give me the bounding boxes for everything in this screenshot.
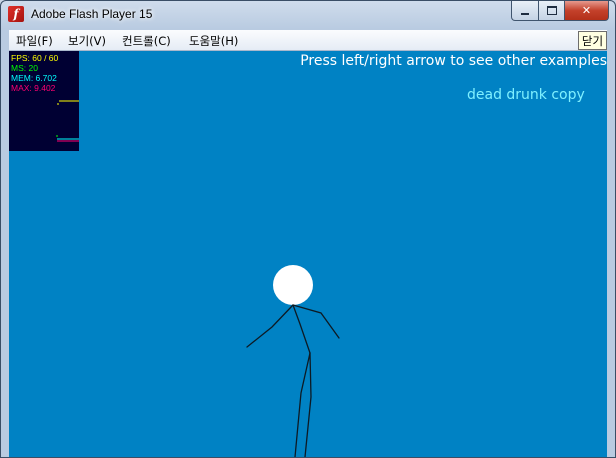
minimize-button[interactable] xyxy=(511,1,539,21)
maximize-button[interactable] xyxy=(539,1,565,21)
stick-figure xyxy=(246,265,340,457)
stick-figure-torso xyxy=(292,304,311,354)
menu-control[interactable]: 컨트롤(C) xyxy=(122,33,171,49)
menu-file[interactable]: 파일(F) xyxy=(16,33,53,49)
flash-player-window: f Adobe Flash Player 15 ✕ 파일(F) 보기(V) 컨트… xyxy=(0,0,616,458)
close-tooltip-button[interactable]: 닫기 xyxy=(578,31,607,50)
flash-icon: f xyxy=(8,6,24,22)
stick-figure-left-arm xyxy=(246,304,294,348)
stick-figure-right-arm xyxy=(292,304,340,339)
menu-help[interactable]: 도움말(H) xyxy=(189,33,238,49)
maximize-icon xyxy=(546,6,557,15)
minimize-icon xyxy=(521,12,529,15)
menu-bar: 파일(F) 보기(V) 컨트롤(C) 도움말(H) 닫기 xyxy=(9,30,607,51)
close-window-button[interactable]: ✕ xyxy=(565,1,609,21)
stick-figure-head xyxy=(273,265,313,305)
window-controls: ✕ xyxy=(511,1,609,21)
close-icon: ✕ xyxy=(581,4,592,17)
title-bar[interactable]: f Adobe Flash Player 15 ✕ xyxy=(1,1,615,30)
menu-view[interactable]: 보기(V) xyxy=(68,33,106,49)
flash-stage[interactable]: FPS: 60 / 60 MS: 20 MEM: 6.702 MAX: 9.40… xyxy=(9,51,607,457)
stick-figure-left-leg xyxy=(294,352,311,457)
window-title: Adobe Flash Player 15 xyxy=(31,7,153,21)
